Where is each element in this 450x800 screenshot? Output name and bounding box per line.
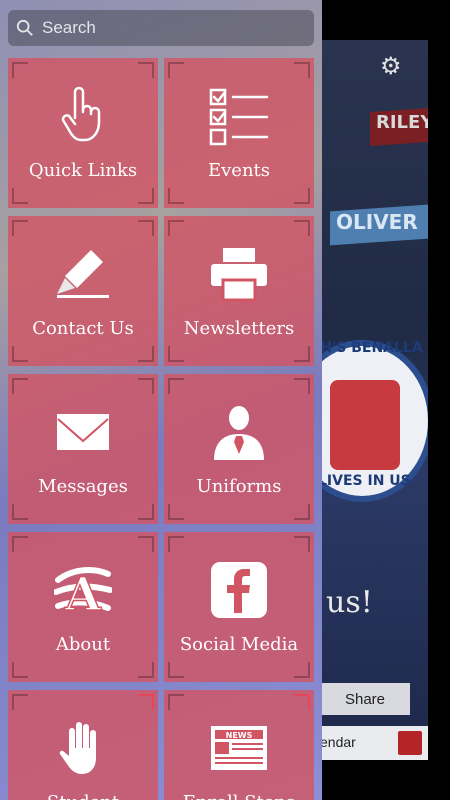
tile-enroll-steps[interactable]: NEWS Enroll Steps	[164, 690, 314, 800]
tile-uniforms[interactable]: Uniforms	[164, 374, 314, 524]
tile-label: Uniforms	[196, 476, 282, 497]
search-bar[interactable]	[8, 10, 314, 46]
tile-newsletters[interactable]: Newsletters	[164, 216, 314, 366]
tile-label: About	[55, 634, 111, 655]
tile-label: Enroll Steps	[164, 792, 314, 800]
side-menu-drawer: Quick Links Events	[0, 0, 322, 800]
logo-text-top: PH'S BENALLA	[310, 340, 423, 356]
tile-label: Student	[8, 792, 158, 800]
calendar-label: endar	[320, 734, 356, 750]
script-text: us!	[326, 585, 373, 620]
school-logo-shield	[330, 380, 400, 470]
tile-quick-links[interactable]: Quick Links	[8, 58, 158, 208]
pointer-hand-icon	[51, 84, 115, 148]
logo-text-bottom: LIVES IN US	[318, 473, 411, 489]
pencil-edit-icon	[51, 242, 115, 306]
person-tie-icon	[207, 400, 271, 464]
settings-gear-icon[interactable]: ⚙	[380, 52, 402, 80]
letter-a-icon: A	[51, 558, 115, 622]
tile-label: Messages	[38, 476, 128, 497]
checklist-icon	[207, 84, 271, 148]
svg-text:NEWS: NEWS	[226, 731, 253, 740]
banner-text-2: OLIVER	[336, 210, 418, 234]
tile-events[interactable]: Events	[164, 58, 314, 208]
search-icon	[16, 19, 33, 36]
printer-icon	[207, 242, 271, 306]
tile-label: Events	[207, 160, 271, 181]
tile-messages[interactable]: Messages	[8, 374, 158, 524]
svg-text:A: A	[64, 567, 102, 618]
pdf-icon	[398, 731, 422, 755]
tile-label: Social Media	[179, 634, 299, 655]
banner-text-1: RILEY	[376, 112, 428, 133]
menu-grid: Quick Links Events Contact Us Newsletter…	[8, 58, 314, 800]
tile-label: Contact Us	[32, 318, 134, 339]
facebook-icon	[207, 558, 271, 622]
search-input[interactable]	[40, 17, 294, 39]
tile-about[interactable]: A About	[8, 532, 158, 682]
tile-label: Quick Links	[28, 160, 138, 181]
hand-icon	[51, 716, 115, 780]
envelope-icon	[51, 400, 115, 464]
tile-student[interactable]: Student	[8, 690, 158, 800]
tile-contact-us[interactable]: Contact Us	[8, 216, 158, 366]
share-button[interactable]: Share	[320, 683, 410, 715]
newspaper-icon: NEWS	[207, 716, 271, 780]
tile-label: Newsletters	[183, 318, 295, 339]
tile-social-media[interactable]: Social Media	[164, 532, 314, 682]
